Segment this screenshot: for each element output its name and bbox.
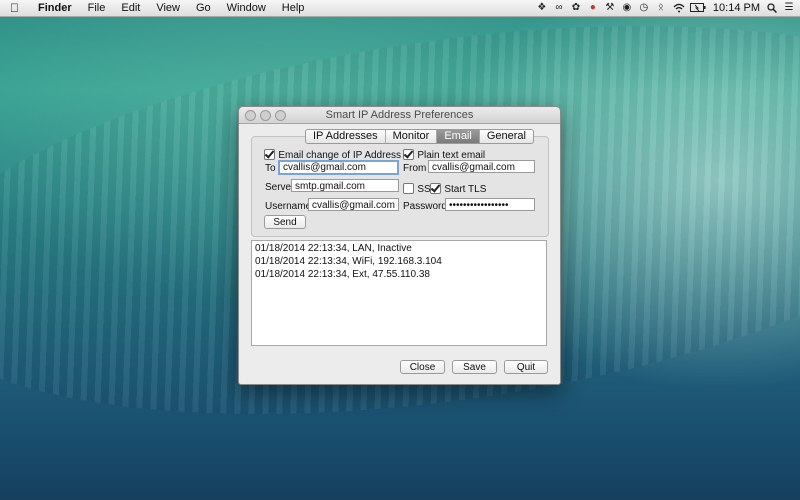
menu-view[interactable]: View [156,2,180,14]
window-titlebar[interactable]: Smart IP Address Preferences [239,107,560,124]
tab-monitor[interactable]: Monitor [386,130,438,143]
chrome-icon[interactable]: ● [588,3,598,13]
wifi-icon[interactable] [673,3,685,13]
close-window-icon[interactable] [245,110,256,121]
start-tls-label: Start TLS [444,184,487,195]
menu-edit[interactable]: Edit [121,2,140,14]
window-controls [245,110,286,121]
log-entry: 01/18/2014 22:13:34, LAN, Inactive [255,243,412,254]
plain-text-checkbox[interactable] [403,149,414,161]
send-button[interactable]: Send [264,215,306,229]
apple-icon[interactable]:  [10,1,24,15]
clock[interactable]: 10:14 PM [713,2,760,14]
battery-icon[interactable] [689,3,706,13]
password-label: Password [403,201,447,212]
quit-button[interactable]: Quit [504,360,548,374]
menu-go[interactable]: Go [196,2,211,14]
search-icon[interactable] [767,3,778,14]
start-tls-option[interactable]: Start TLS [430,181,486,195]
save-button[interactable]: Save [452,360,497,374]
bluetooth-icon[interactable]: ᛟ [656,3,666,13]
leaf-icon[interactable]: ✿ [571,3,581,13]
start-tls-checkbox[interactable] [430,183,441,195]
email-change-checkbox[interactable] [264,149,275,161]
from-label: From [403,163,427,174]
ssl-checkbox[interactable] [403,183,414,195]
log-entry: 01/18/2014 22:13:34, Ext, 47.55.110.38 [255,269,430,280]
server-field[interactable]: smtp.gmail.com [291,179,399,192]
list-icon[interactable]: ☰ [784,3,794,13]
menu-window[interactable]: Window [227,2,266,14]
minimize-window-icon[interactable] [260,110,271,121]
tab-bar: IP Addresses Monitor Email General [305,129,534,144]
wrench-icon[interactable]: ⚒ [605,3,615,13]
to-label: To [265,163,276,174]
email-settings-group: Email change of IP Address Plain text em… [251,136,549,237]
email-change-option[interactable]: Email change of IP Address [264,147,401,161]
time-machine-icon[interactable]: ◷ [639,3,649,13]
record-icon[interactable]: ◉ [622,3,632,13]
tab-email[interactable]: Email [437,130,480,143]
close-button[interactable]: Close [400,360,445,374]
menu-help[interactable]: Help [282,2,305,14]
username-field[interactable]: cvallis@gmail.com [308,198,399,211]
password-field[interactable]: ••••••••••••••••• [445,198,535,211]
to-field[interactable]: cvallis@gmail.com [278,160,399,175]
log-entry: 01/18/2014 22:13:34, WiFi, 192.168.3.104 [255,256,442,267]
username-label: Username [265,201,312,212]
zoom-window-icon[interactable] [275,110,286,121]
window-title: Smart IP Address Preferences [325,109,474,121]
menu-finder[interactable]: Finder [38,2,72,14]
preferences-window: Smart IP Address Preferences IP Addresse… [238,106,561,385]
ip-log-list[interactable]: 01/18/2014 22:13:34, LAN, Inactive 01/18… [251,240,547,346]
plain-text-option[interactable]: Plain text email [403,147,485,161]
paperclip-icon[interactable]: ∞ [554,3,564,13]
dropbox-icon[interactable]: ❖ [537,3,547,13]
from-field[interactable]: cvallis@gmail.com [428,160,535,173]
menu-bar-status: ❖ ∞ ✿ ● ⚒ ◉ ◷ ᛟ 10:14 PM ☰ [537,0,794,16]
menu-file[interactable]: File [88,2,106,14]
menu-bar:  Finder File Edit View Go Window Help ❖… [0,0,800,17]
tab-general[interactable]: General [480,130,533,143]
tab-ip-addresses[interactable]: IP Addresses [306,130,386,143]
